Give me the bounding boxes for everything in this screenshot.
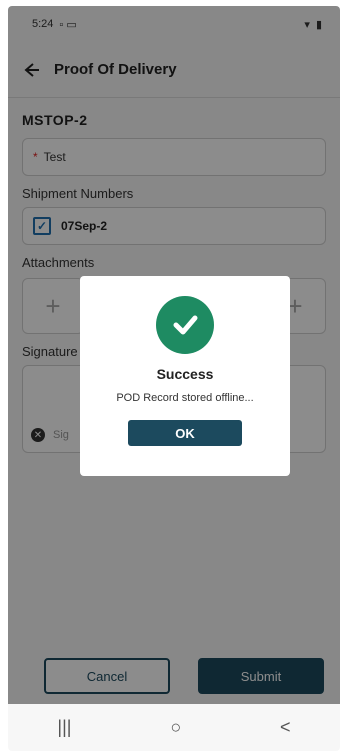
success-dialog: Success POD Record stored offline... OK bbox=[80, 276, 290, 476]
ok-button[interactable]: OK bbox=[128, 420, 242, 446]
dialog-message: POD Record stored offline... bbox=[116, 392, 254, 404]
checkmark-circle-icon bbox=[156, 296, 214, 354]
dialog-title: Success bbox=[156, 366, 214, 382]
back-button[interactable]: < bbox=[280, 717, 291, 738]
recent-apps-button[interactable]: ||| bbox=[57, 717, 71, 738]
system-nav-bar: ||| ○ < bbox=[8, 704, 340, 751]
modal-overlay: Success POD Record stored offline... OK bbox=[8, 6, 340, 704]
phone-screen: 5:24 ▫ ▭ ▾ ▮ Proof Of Delivery MSTOP-2 *… bbox=[8, 6, 340, 751]
home-button[interactable]: ○ bbox=[170, 717, 181, 738]
